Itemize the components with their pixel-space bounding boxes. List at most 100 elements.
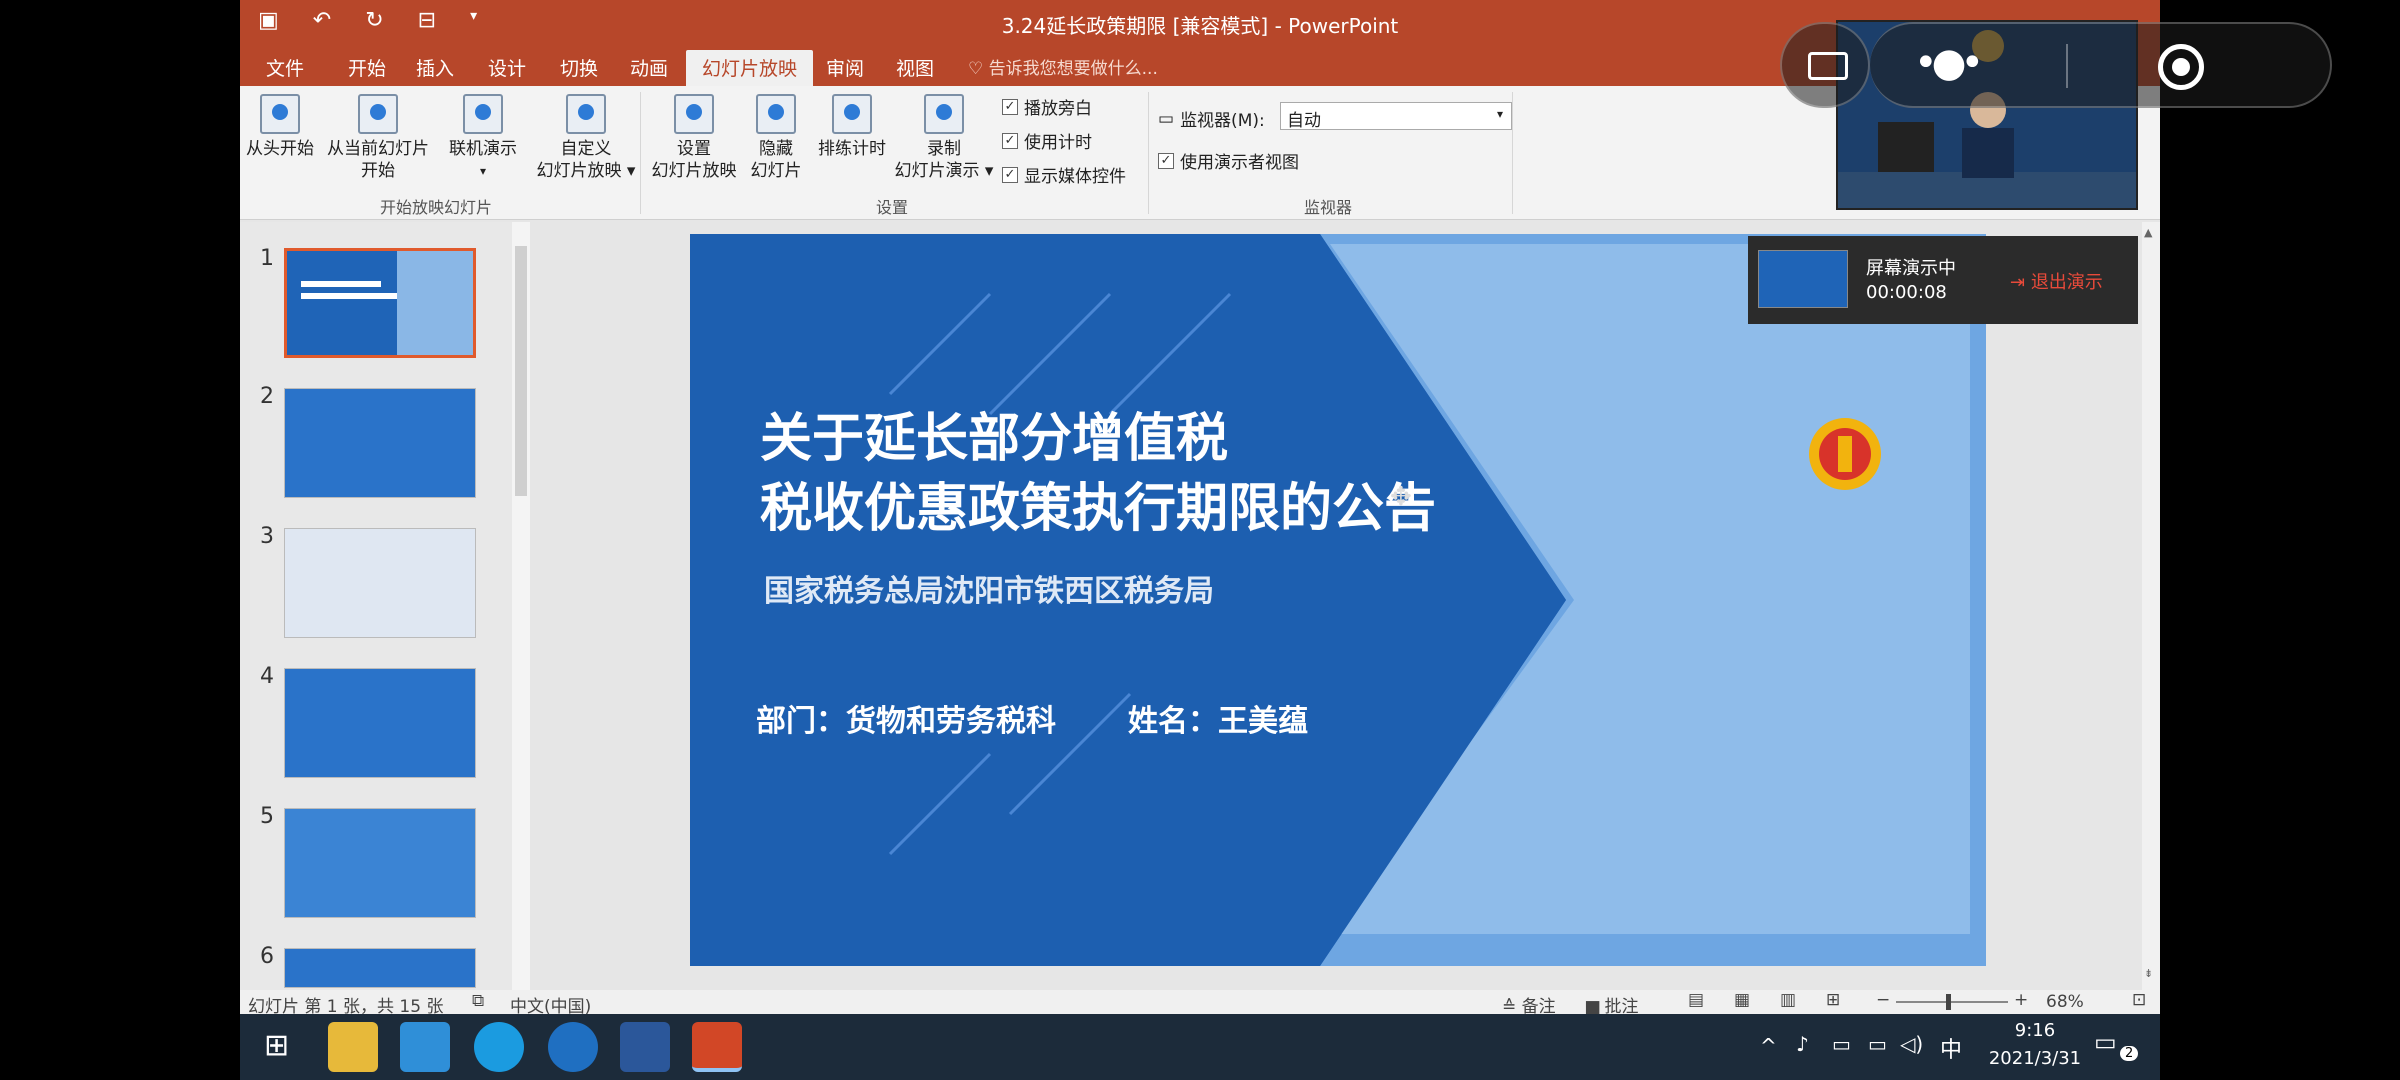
tax-emblem-icon xyxy=(1790,414,1900,494)
button-label: 从头开始 xyxy=(246,139,314,159)
display-icon[interactable]: ▭ xyxy=(1868,1032,1887,1056)
exit-share-button[interactable]: ⇥ 退出演示 xyxy=(2010,268,2103,294)
online-present-icon xyxy=(463,94,503,134)
share-status: 屏幕演示中 xyxy=(1866,258,1956,279)
tab-slideshow[interactable]: 幻灯片放映 xyxy=(686,50,814,86)
checkbox-label: 显示媒体控件 xyxy=(1024,167,1126,187)
checkbox-label: 播放旁白 xyxy=(1024,99,1092,119)
monitor-label-text: 监视器(M): xyxy=(1180,111,1265,131)
thumb-number: 4 xyxy=(260,664,274,689)
from-beginning-button[interactable]: 从头开始 xyxy=(244,94,316,160)
slide-thumbnail[interactable] xyxy=(284,948,476,988)
button-label-2: 幻灯片演示 ▾ xyxy=(894,161,994,181)
custom-show-button[interactable]: 自定义 幻灯片放映 ▾ xyxy=(528,94,644,182)
windows-start-icon[interactable]: ⊞ xyxy=(264,1028,289,1063)
monitor-icon: ▭ xyxy=(1158,108,1175,129)
custom-show-icon xyxy=(566,94,606,134)
clock-time[interactable]: 9:16 xyxy=(1990,1020,2080,1041)
slide-thumbnail[interactable] xyxy=(284,808,476,918)
group-label-start: 开始放映幻灯片 xyxy=(380,198,493,217)
slide-thumbnail[interactable] xyxy=(284,668,476,778)
file-explorer-icon[interactable] xyxy=(328,1022,378,1072)
spellcheck-icon[interactable]: ⧉ xyxy=(472,991,484,1011)
button-label: 排练计时 xyxy=(818,139,886,159)
word-icon[interactable] xyxy=(620,1022,670,1072)
windows-taskbar: ⊞ ^ ♪ ▭ ▭ ◁) 中 9:16 2021/3/31 ▭ 2 xyxy=(240,1014,2160,1080)
chevron-up-icon[interactable]: ^ xyxy=(1760,1034,1777,1058)
tab-file[interactable]: 文件 xyxy=(266,54,304,81)
hide-slide-button[interactable]: 隐藏 幻灯片 xyxy=(746,94,806,182)
from-beginning-icon xyxy=(260,94,300,134)
search-app-icon[interactable] xyxy=(548,1022,598,1072)
slide-canvas[interactable]: 关于延长部分增值税 税收优惠政策执行期限的公告 国家税务总局沈阳市铁西区税务局 … xyxy=(690,234,1986,966)
tab-review[interactable]: 审阅 xyxy=(826,54,864,81)
button-label: 联机演示 xyxy=(449,139,517,159)
sorter-view-icon[interactable]: ▦ xyxy=(1734,990,1750,1010)
fit-slide-icon[interactable]: ⊡ xyxy=(2132,990,2146,1010)
group-label-monitor: 监视器 xyxy=(1304,198,1353,217)
slideshow-view-icon[interactable]: ⊞ xyxy=(1826,990,1840,1010)
tab-animations[interactable]: 动画 xyxy=(630,54,668,81)
zoom-slider-thumb[interactable] xyxy=(1946,994,1951,1010)
checkbox-checked-icon: ✓ xyxy=(1158,152,1174,169)
app-icon[interactable] xyxy=(400,1022,450,1072)
slide-title-line1: 关于延长部分增值税 xyxy=(760,409,1229,469)
ime-indicator[interactable]: 中 xyxy=(1940,1032,1962,1064)
screen: ▣ ↶ ↻ ⊟ ▾ 3.24延长政策期限 [兼容模式] - PowerPoint… xyxy=(240,0,2160,1080)
use-timings-checkbox[interactable]: ✓ 使用计时 xyxy=(1002,128,1092,153)
play-narrations-checkbox[interactable]: ✓ 播放旁白 xyxy=(1002,94,1092,119)
slide-thumbnail[interactable] xyxy=(284,388,476,498)
thumb-number: 2 xyxy=(260,384,274,409)
zoom-in-icon[interactable]: + xyxy=(2014,990,2028,1010)
zoom-slider[interactable] xyxy=(1896,994,2008,1010)
mouse-cursor-icon: ✥ xyxy=(1390,482,1412,512)
group-divider xyxy=(640,92,641,214)
button-label: 录制 xyxy=(927,139,961,159)
capsule-menu: •●• xyxy=(1870,22,2332,108)
scrollbar-thumb[interactable] xyxy=(515,246,527,496)
target-dot xyxy=(2172,58,2190,76)
edge-browser-icon[interactable] xyxy=(474,1022,524,1072)
presenter-view-checkbox[interactable]: ✓ 使用演示者视图 xyxy=(1158,148,1299,173)
show-media-controls-checkbox[interactable]: ✓ 显示媒体控件 xyxy=(1002,162,1126,187)
monitor-label: ▭ 监视器(M): xyxy=(1158,106,1265,132)
tab-insert[interactable]: 插入 xyxy=(416,54,454,81)
tab-home[interactable]: 开始 xyxy=(348,54,386,81)
normal-view-icon[interactable]: ▤ xyxy=(1688,990,1704,1010)
thumbnail-scrollbar[interactable] xyxy=(512,222,530,990)
lightbulb-icon: ♡ xyxy=(968,59,989,79)
microphone-icon[interactable]: ♪ xyxy=(1796,1032,1809,1056)
rehearse-timings-button[interactable]: 排练计时 xyxy=(812,94,892,160)
button-label: 从当前幻灯片 xyxy=(327,139,429,159)
powerpoint-icon[interactable] xyxy=(692,1022,742,1072)
setup-show-button[interactable]: 设置 幻灯片放映 xyxy=(644,94,744,182)
slide-thumbnail[interactable] xyxy=(284,248,476,358)
tab-transitions[interactable]: 切换 xyxy=(560,54,598,81)
online-present-button[interactable]: 联机演示 ▾ xyxy=(440,94,526,182)
zoom-out-icon[interactable]: − xyxy=(1876,990,1890,1010)
from-current-button[interactable]: 从当前幻灯片 开始 xyxy=(320,94,436,182)
monitor-select[interactable]: 自动 ▾ xyxy=(1280,102,1512,131)
slide-thumbnail[interactable] xyxy=(284,528,476,638)
share-preview-thumbnail xyxy=(1758,250,1848,308)
float-window-button[interactable] xyxy=(1780,22,1870,108)
button-label-2: 幻灯片放映 xyxy=(651,161,737,181)
record-icon xyxy=(924,94,964,134)
notification-icon[interactable]: ▭ xyxy=(2094,1028,2117,1056)
tab-view[interactable]: 视图 xyxy=(896,54,934,81)
next-slide-icon[interactable]: ⇟ xyxy=(2144,967,2153,980)
zoom-level[interactable]: 68% xyxy=(2046,992,2084,1012)
more-options-icon[interactable]: •●• xyxy=(1914,40,1984,86)
reading-view-icon[interactable]: ▥ xyxy=(1780,990,1796,1010)
volume-icon[interactable]: ◁) xyxy=(1900,1032,1923,1056)
slide-scrollbar[interactable]: ▲ ⇟ xyxy=(2142,222,2160,990)
slide-name: 姓名：王美蕴 xyxy=(1128,704,1308,739)
network-icon[interactable]: ▭ xyxy=(1832,1032,1851,1056)
button-label: 设置 xyxy=(677,139,711,159)
record-show-button[interactable]: 录制 幻灯片演示 ▾ xyxy=(892,94,996,182)
tell-me-search[interactable]: ♡ 告诉我您想要做什么... xyxy=(968,54,1158,79)
tab-design[interactable]: 设计 xyxy=(488,54,526,81)
close-mini-program-icon[interactable] xyxy=(2158,44,2204,90)
clock-date[interactable]: 2021/3/31 xyxy=(1980,1048,2090,1069)
scroll-up-icon[interactable]: ▲ xyxy=(2144,226,2152,239)
